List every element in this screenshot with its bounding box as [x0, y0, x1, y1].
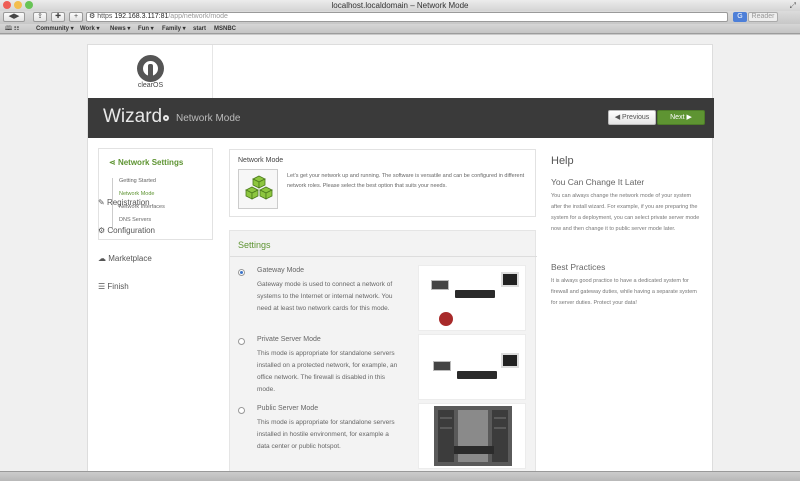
settings-panel: Settings Gateway Mode Gateway mode is us… [229, 230, 537, 475]
help-panel: Help You Can Change It Later You can alw… [551, 155, 701, 306]
mode-name[interactable]: Public Server Mode [257, 405, 318, 412]
cubes-icon [238, 169, 278, 209]
sidebar-section-network-settings[interactable]: ⋖ Network Settings [109, 158, 183, 167]
bookmark-msnbc[interactable]: MSNBC [214, 24, 236, 34]
window-controls [3, 1, 33, 9]
internet-globe-icon [439, 312, 453, 326]
url-scheme: https [97, 13, 113, 20]
window-title-bar: localhost.localdomain – Network Mode ⤢ [0, 0, 800, 11]
server-rack-icon [434, 406, 512, 466]
share-nodes-icon: ⋖ [109, 158, 116, 167]
sidebar-item-marketplace[interactable]: ☁ Marketplace [98, 254, 198, 263]
add-bookmark-icon[interactable]: + [69, 12, 83, 22]
logo-area: clearOS [88, 45, 213, 98]
extensions-icon[interactable]: ✚ [51, 12, 65, 22]
address-bar[interactable]: ⚙ https 192.168.3.117:81/app/network/mod… [86, 12, 728, 22]
browser-toolbar: ◀▶ ⇪ ✚ + ⚙ https 192.168.3.117:81/app/ne… [0, 11, 800, 24]
clearos-logo-icon [137, 55, 164, 82]
network-switch-icon [455, 290, 495, 298]
mode-description: Gateway mode is used to connect a networ… [257, 281, 393, 312]
bookmark-community[interactable]: Community ▾ [36, 24, 74, 34]
help-text-change-later: You can always change the network mode o… [551, 193, 700, 232]
next-button[interactable]: Next ▶ [657, 110, 705, 125]
sidebar-item-registration[interactable]: ✎ Registration [98, 198, 198, 207]
monitor-icon [501, 353, 519, 368]
help-text-best-practices: It is always good practice to have a ded… [551, 278, 697, 306]
bookmark-fun[interactable]: Fun ▾ [138, 24, 154, 34]
minimize-window-button[interactable] [14, 1, 22, 9]
zoom-window-button[interactable] [25, 1, 33, 9]
help-title: Help [551, 155, 574, 167]
mode-name[interactable]: Gateway Mode [257, 267, 304, 274]
url-host: 192.168.3.117:81 [114, 13, 169, 20]
page-title: Wizard [103, 106, 163, 127]
mode-description: This mode is appropriate for standalone … [257, 419, 395, 450]
reader-button[interactable]: Reader [748, 12, 778, 22]
sidebar-item-label: Marketplace [108, 254, 152, 263]
help-heading-change-later: You Can Change It Later [551, 177, 645, 187]
page-container: clearOS Wizard Network Mode ◀ Previous N… [87, 44, 714, 475]
bookmark-news[interactable]: News ▾ [110, 24, 130, 34]
pencil-icon: ✎ [98, 198, 105, 207]
sidebar-item-finish[interactable]: ☰ Finish [98, 282, 198, 291]
sidebar-item-label: Configuration [107, 226, 155, 235]
network-switch-icon [457, 371, 497, 379]
monitor-icon [501, 272, 519, 287]
previous-button[interactable]: ◀ Previous [608, 110, 656, 125]
sidebar-section-label: Network Settings [117, 158, 184, 167]
arrow-right-icon: ▶ [686, 114, 692, 121]
url-path: /app/network/mode [168, 13, 228, 20]
laptop-icon [431, 280, 449, 290]
network-mode-panel: Network Mode Let's get your network up a… [229, 149, 536, 217]
bookmark-work[interactable]: Work ▾ [80, 24, 100, 34]
page-subtitle: Network Mode [176, 113, 241, 124]
divider [230, 256, 537, 257]
private-server-mode-radio[interactable] [238, 338, 245, 345]
back-forward-buttons[interactable]: ◀▶ [3, 12, 25, 22]
gateway-mode-radio[interactable] [238, 269, 245, 276]
previous-label: Previous [622, 114, 650, 121]
bookmarks-bar: 🕮 ☷ Community ▾ Work ▾ News ▾ Fun ▾ Fami… [0, 24, 800, 34]
list-icon: ☰ [98, 282, 106, 291]
wizard-header: Wizard Network Mode ◀ Previous Next ▶ [88, 98, 714, 138]
panel-title: Network Mode [238, 157, 284, 164]
logo-text: clearOS [137, 82, 164, 89]
mode-description: This mode is appropriate for standalone … [257, 350, 398, 393]
panel-description: Let's get your network up and running. T… [287, 173, 525, 189]
fullscreen-icon[interactable]: ⤢ [790, 0, 796, 11]
cloud-icon: ☁ [98, 254, 106, 263]
bookmark-family[interactable]: Family ▾ [162, 24, 186, 34]
sidebar-item-configuration[interactable]: ⚙ Configuration [98, 226, 198, 235]
window-title: localhost.localdomain – Network Mode [331, 1, 469, 10]
bookmark-start[interactable]: start [193, 24, 206, 34]
public-server-mode-radio[interactable] [238, 407, 245, 414]
page-viewport: clearOS Wizard Network Mode ◀ Previous N… [0, 35, 800, 475]
laptop-icon [433, 361, 451, 371]
next-label: Next [670, 114, 685, 121]
gears-icon: ⚙ [98, 226, 106, 235]
private-server-diagram-image [418, 334, 526, 400]
browser-status-bar [0, 471, 800, 481]
reading-list-icon[interactable]: 🕮 ☷ [5, 24, 19, 34]
public-server-datacenter-image [418, 403, 526, 469]
gateway-diagram-image [418, 265, 526, 331]
help-heading-best-practices: Best Practices [551, 262, 606, 272]
settings-title: Settings [238, 240, 271, 250]
mode-name[interactable]: Private Server Mode [257, 336, 321, 343]
share-icon[interactable]: ⇪ [33, 12, 47, 22]
sidebar-item-label: Finish [107, 282, 129, 291]
sidebar-item-label: Registration [106, 198, 150, 207]
close-window-button[interactable] [3, 1, 11, 9]
sidebar-item-getting-started[interactable]: Getting Started [119, 178, 165, 191]
search-engine-icon[interactable]: G [733, 12, 747, 22]
site-icon: ⚙ [89, 13, 96, 20]
arrow-left-icon: ◀ [614, 114, 621, 121]
breadcrumb-dot-icon [163, 115, 169, 121]
